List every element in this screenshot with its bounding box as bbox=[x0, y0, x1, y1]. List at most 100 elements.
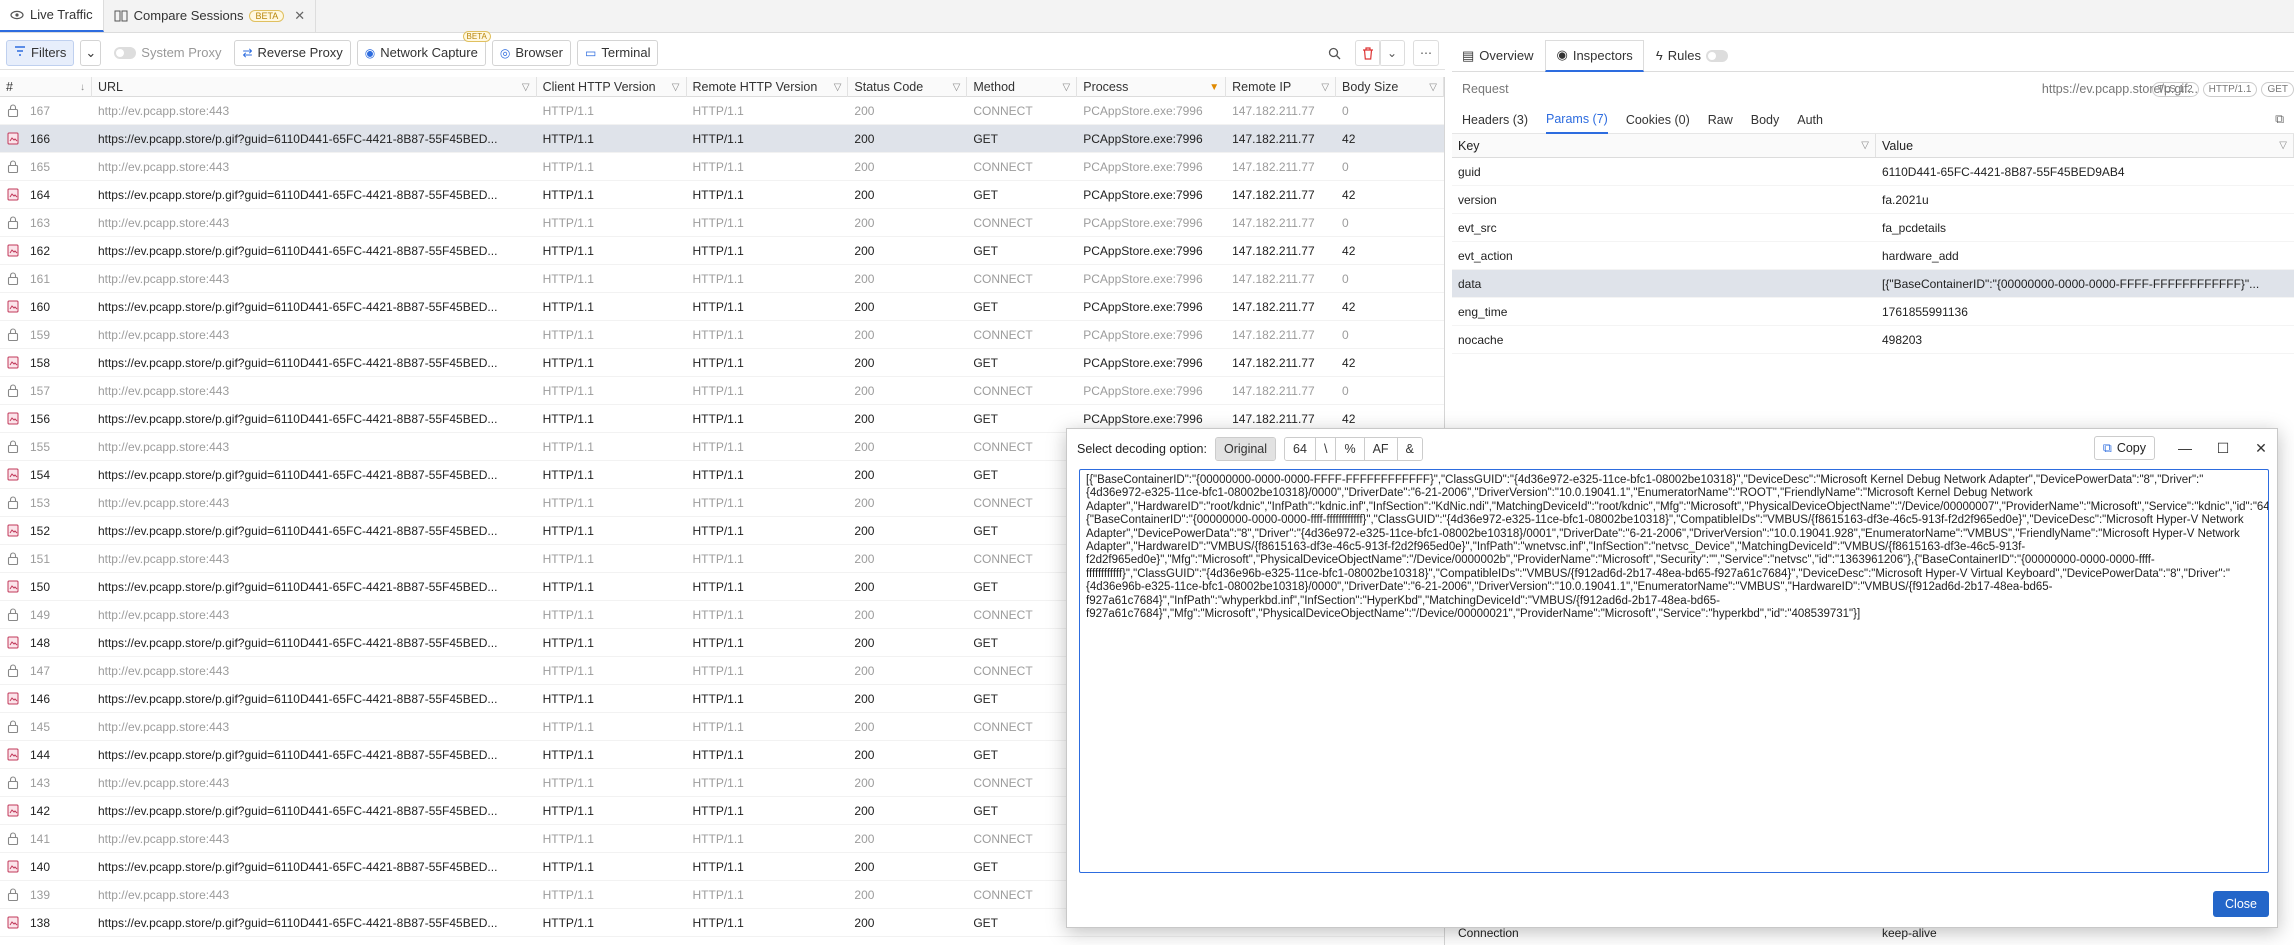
cell-url: https://ev.pcapp.store/p.gif?guid=6110D4… bbox=[97, 411, 498, 426]
table-row[interactable]: 160 https://ev.pcapp.store/p.gif?guid=611… bbox=[0, 293, 1444, 321]
decode-ampersand-button[interactable]: & bbox=[1397, 438, 1422, 460]
image-file-icon bbox=[6, 804, 20, 818]
param-row-nocache[interactable]: nocache 498203 bbox=[1452, 326, 2294, 354]
tab-overview[interactable]: ▤ Overview bbox=[1452, 40, 1543, 72]
cell-m: GET bbox=[973, 747, 998, 762]
table-row[interactable]: 161 http://ev.pcapp.store:443 HTTP/1.1 HTTP… bbox=[0, 265, 1444, 293]
column-filter-icon[interactable]: ▽ bbox=[1063, 82, 1071, 93]
column-filter-icon[interactable]: ▽ bbox=[1429, 82, 1437, 93]
table-row[interactable]: 163 http://ev.pcapp.store:443 HTTP/1.1 HTTP… bbox=[0, 209, 1444, 237]
table-row[interactable]: 164 https://ev.pcapp.store/p.gif?guid=611… bbox=[0, 181, 1444, 209]
column-header-body-size[interactable]: Body Size ▽ bbox=[1336, 77, 1444, 97]
network-capture-button[interactable]: ◉ Network Capture BETA bbox=[356, 30, 491, 66]
filters-dropdown-button[interactable]: ⌄ bbox=[80, 39, 102, 66]
params-key-header[interactable]: Key ▽ bbox=[1452, 134, 1876, 157]
cell-bs: 0 bbox=[1342, 215, 1349, 230]
table-row[interactable]: 167 http://ev.pcapp.store:443 HTTP/1.1 HTTP… bbox=[0, 97, 1444, 125]
table-row[interactable]: 159 http://ev.pcapp.store:443 HTTP/1.1 HTTP… bbox=[0, 321, 1444, 349]
search-icon[interactable] bbox=[1321, 40, 1347, 66]
subtab-params[interactable]: Params (7) bbox=[1546, 106, 1608, 134]
copy-button[interactable]: ⧉ Copy bbox=[2093, 436, 2155, 460]
system-proxy-toggle[interactable]: System Proxy bbox=[107, 39, 229, 66]
minimize-icon[interactable]: — bbox=[2177, 440, 2193, 456]
column-header-number[interactable]: # ↓ bbox=[0, 77, 92, 97]
tab-compare-sessions[interactable]: Compare Sessions BETA ✕ bbox=[104, 0, 317, 32]
cell-m: GET bbox=[973, 523, 998, 538]
column-filter-icon[interactable]: ▽ bbox=[2279, 140, 2287, 151]
column-header-url[interactable]: URL ▽ bbox=[92, 77, 537, 97]
delete-icon[interactable] bbox=[1355, 40, 1381, 66]
subtab-headers[interactable]: Headers (3) bbox=[1462, 113, 1528, 127]
cell-ip: 147.182.211.77 bbox=[1232, 159, 1315, 174]
param-row-version[interactable]: version fa.2021u bbox=[1452, 186, 2294, 214]
table-row[interactable]: 165 http://ev.pcapp.store:443 HTTP/1.1 HTTP… bbox=[0, 153, 1444, 181]
cell-bs: 42 bbox=[1342, 299, 1356, 314]
column-header-method[interactable]: Method ▽ bbox=[967, 77, 1078, 97]
table-row[interactable]: 166 https://ev.pcapp.store/p.gif?guid=611… bbox=[0, 125, 1444, 153]
close-button[interactable]: Close bbox=[2213, 891, 2269, 917]
params-value-header[interactable]: Value ▽ bbox=[1876, 134, 2294, 157]
decoded-text-area[interactable]: [{"BaseContainerID":"{00000000-0000-0000… bbox=[1079, 469, 2269, 873]
column-header-remote-http-version[interactable]: Remote HTTP Version ▽ bbox=[687, 77, 849, 97]
cell-m: GET bbox=[973, 635, 998, 650]
cell-m: CONNECT bbox=[973, 383, 1033, 398]
browser-button[interactable]: ◎ Browser bbox=[491, 39, 571, 66]
maximize-icon[interactable]: ☐ bbox=[2215, 440, 2231, 457]
table-row[interactable]: 158 https://ev.pcapp.store/p.gif?guid=611… bbox=[0, 349, 1444, 377]
param-row-evt-src[interactable]: evt_src fa_pcdetails bbox=[1452, 214, 2294, 242]
param-row-eng-time[interactable]: eng_time 1761855991136 bbox=[1452, 298, 2294, 326]
active-filter-icon[interactable]: ▼ bbox=[1209, 82, 1219, 93]
cell-rhv: HTTP/1.1 bbox=[692, 215, 744, 230]
column-header-client-http-version[interactable]: Client HTTP Version ▽ bbox=[537, 77, 687, 97]
cell-sc: 200 bbox=[854, 719, 875, 734]
sort-down-icon[interactable]: ↓ bbox=[80, 82, 85, 93]
image-file-icon bbox=[6, 412, 20, 426]
terminal-button[interactable]: ▭ Terminal bbox=[577, 39, 659, 66]
column-header-remote-ip[interactable]: Remote IP ▽ bbox=[1226, 77, 1337, 97]
reverse-proxy-button[interactable]: ⇄ Reverse Proxy bbox=[234, 39, 351, 66]
column-filter-icon[interactable]: ▽ bbox=[522, 82, 530, 93]
decode-backslash-button[interactable]: \ bbox=[1315, 438, 1337, 460]
subtab-cookies[interactable]: Cookies (0) bbox=[1626, 113, 1690, 127]
decode-base64-button[interactable]: 64 bbox=[1285, 438, 1316, 460]
cell-url: https://ev.pcapp.store/p.gif?guid=6110D4… bbox=[97, 915, 498, 930]
cell-sc: 200 bbox=[854, 159, 875, 174]
row-number-cell: 160 bbox=[0, 300, 92, 314]
cell-ip: 147.182.211.77 bbox=[1232, 103, 1315, 118]
tab-live-traffic[interactable]: Live Traffic bbox=[0, 0, 104, 32]
subtab-raw[interactable]: Raw bbox=[1708, 113, 1733, 127]
cell-url: https://ev.pcapp.store/p.gif?guid=6110D4… bbox=[97, 803, 498, 818]
row-number: 156 bbox=[30, 411, 51, 426]
cell-url: http://ev.pcapp.store:443 bbox=[97, 663, 230, 678]
delete-dropdown-chevron-icon[interactable]: ⌄ bbox=[1379, 40, 1405, 66]
decode-percent-button[interactable]: % bbox=[1336, 438, 1365, 460]
cell-sc: 200 bbox=[854, 635, 875, 650]
cell-url: http://ev.pcapp.store:443 bbox=[97, 719, 230, 734]
more-options-icon[interactable]: ⋯ bbox=[1413, 40, 1439, 66]
close-icon[interactable]: ✕ bbox=[2253, 440, 2269, 457]
param-row-evt-action[interactable]: evt_action hardware_add bbox=[1452, 242, 2294, 270]
decode-af-button[interactable]: AF bbox=[1364, 438, 1398, 460]
rules-toggle[interactable] bbox=[1705, 49, 1728, 62]
param-row-data[interactable]: data [{"BaseContainerID":"{00000000-0000-… bbox=[1452, 270, 2294, 298]
subtab-auth[interactable]: Auth bbox=[1797, 113, 1823, 127]
tab-rules[interactable]: ϟ Rules bbox=[1646, 40, 1738, 72]
column-filter-icon[interactable]: ▽ bbox=[953, 82, 961, 93]
image-file-icon bbox=[6, 748, 20, 762]
column-filter-icon[interactable]: ▽ bbox=[1321, 82, 1329, 93]
tab-inspectors[interactable]: ◉ Inspectors bbox=[1545, 39, 1644, 72]
column-header-process[interactable]: Process ▼ bbox=[1077, 77, 1227, 97]
subtab-body[interactable]: Body bbox=[1751, 113, 1780, 127]
table-row[interactable]: 157 http://ev.pcapp.store:443 HTTP/1.1 HTTP… bbox=[0, 377, 1444, 405]
column-header-status-code[interactable]: Status Code ▽ bbox=[848, 77, 968, 97]
column-filter-icon[interactable]: ▽ bbox=[1861, 140, 1869, 151]
column-filter-icon[interactable]: ▽ bbox=[834, 82, 842, 93]
close-tab-icon[interactable]: ✕ bbox=[294, 8, 305, 24]
copy-link-icon[interactable]: ⧉ bbox=[2275, 112, 2284, 127]
image-file-icon bbox=[6, 916, 20, 930]
filters-button[interactable]: Filters bbox=[6, 39, 75, 66]
table-row[interactable]: 162 https://ev.pcapp.store/p.gif?guid=611… bbox=[0, 237, 1444, 265]
param-row-guid[interactable]: guid 6110D441-65FC-4421-8B87-55F45BED9AB4 bbox=[1452, 158, 2294, 186]
column-filter-icon[interactable]: ▽ bbox=[672, 82, 680, 93]
decode-original-button[interactable]: Original bbox=[1215, 438, 1276, 460]
